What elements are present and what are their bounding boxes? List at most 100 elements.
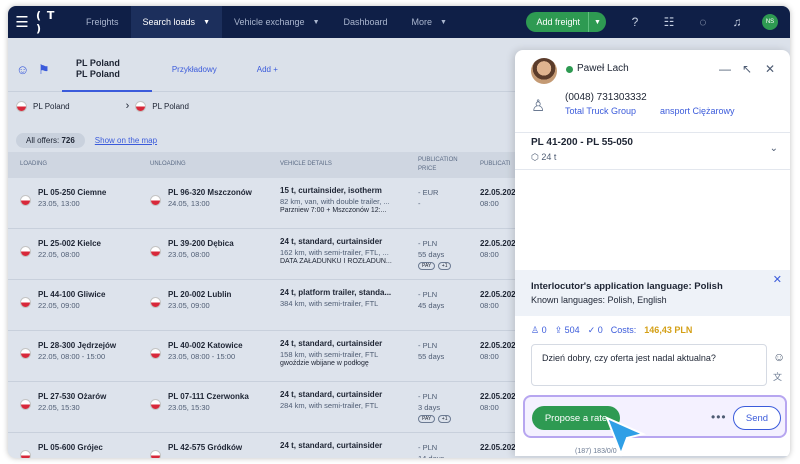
known-languages: Known languages: Polish, English [531, 295, 667, 305]
poland-flag-icon [20, 246, 31, 257]
upload-icon: ⇪ [554, 325, 563, 335]
help-icon[interactable]: ? [618, 6, 652, 38]
loading-cell: PL 28-300 Jędrzejów 22.05, 08:00 - 15:00 [38, 341, 117, 361]
users-icon: ♙ [531, 325, 540, 335]
column-publication[interactable]: Publicati [480, 161, 511, 167]
message-history [515, 170, 790, 270]
expand-icon[interactable]: ↖ [742, 62, 752, 76]
chevron-right-icon: › [125, 100, 130, 112]
language-info: Interlocutor's application language: Pol… [515, 270, 790, 316]
nav-dashboard[interactable]: Dashboard [332, 6, 400, 38]
add-contact-icon[interactable]: ♙ [531, 96, 545, 116]
unloading-cell: PL 40-002 Katowice 23.05, 08:00 - 15:00 [168, 341, 243, 361]
pay-badge: PAY [418, 262, 436, 270]
route-filter: PL Poland › PL Poland [16, 100, 189, 112]
minimize-icon[interactable]: — [719, 62, 731, 76]
close-icon[interactable]: ✕ [765, 62, 775, 76]
poland-flag-icon [20, 450, 31, 458]
price-cell: - PLN 55 days [418, 341, 445, 361]
nav-vehicle-exchange[interactable]: Vehicle exchange ▼ [222, 6, 332, 38]
nav-more[interactable]: More ▼ [400, 6, 459, 38]
stat-upload: ⇪ 504 [554, 325, 580, 335]
offer-stats: ♙ 0 ⇪ 504 ✓ 0 Costs: 146,43 PLN [531, 325, 692, 336]
contact-phone[interactable]: (0048) 731303332 [565, 92, 647, 103]
loading-cell: PL 44-100 Gliwice 22.05, 09:00 [38, 290, 106, 310]
loading-cell: PL 05-250 Ciemne 23.05, 13:00 [38, 188, 107, 208]
offers-count-badge: All offers: 726 [16, 133, 85, 148]
poland-flag-icon [150, 450, 161, 458]
bell-icon[interactable]: ♫ [720, 6, 754, 38]
show-on-map-link[interactable]: Show on the map [95, 136, 157, 145]
unloading-cell: PL 42-575 Gródków [168, 443, 243, 452]
offer-route[interactable]: PL 41-200 - PL 55-050 ⬡ 24 t ⌄ [515, 132, 790, 170]
unloading-cell: PL 96-320 Mszczonów 24.05, 13:00 [168, 188, 252, 208]
publication-cell: 22.05.202 08:00 [480, 392, 516, 412]
column-vehicle-details[interactable]: Vehicle details [280, 161, 332, 167]
poland-flag-icon [20, 399, 31, 410]
chat-header: Paweł Lach — ↖ ✕ [515, 50, 790, 84]
price-cell: - PLN 3 days PAY +1 [418, 390, 452, 423]
poland-flag-icon [150, 195, 161, 206]
costs-label: Costs: [610, 325, 637, 335]
tab-example[interactable]: Przykładowy [172, 65, 217, 74]
chevron-down-icon[interactable]: ▼ [588, 12, 606, 32]
publication-cell: 22.05.202 08:00 [480, 188, 516, 208]
emoji-icon[interactable]: ☺ [773, 350, 785, 364]
avatar[interactable]: NS [762, 14, 778, 30]
contact-company-link[interactable]: Total Truck Group [565, 106, 636, 116]
message-input[interactable]: Dzień dobry, czy oferta jest nadal aktua… [531, 344, 767, 386]
column-publication-price[interactable]: Publication price [418, 156, 462, 174]
chat-icon[interactable]: ◌ [686, 6, 720, 38]
poland-flag-icon [150, 399, 161, 410]
publication-cell: 22.05.202 08:00 [480, 341, 516, 361]
poland-flag-icon [150, 348, 161, 359]
publication-cell: 22.05.202 08:00 [480, 239, 516, 259]
pay-badge: PAY [418, 415, 436, 423]
unloading-cell: PL 39-200 Dębica 23.05, 08:00 [168, 239, 234, 259]
chevron-down-icon: ▼ [440, 18, 447, 26]
contact-avatar [531, 58, 557, 84]
top-navigation: ☰ ( T ) Freights Search loads ▼ Vehicle e… [8, 6, 790, 38]
translate-icon[interactable]: 文 [773, 370, 782, 383]
app-window: ☰ ( T ) Freights Search loads ▼ Vehicle e… [8, 6, 790, 458]
route-to[interactable]: PL Poland [152, 102, 189, 111]
stat-checks: ✓ 0 [587, 325, 603, 335]
vehicle-details-cell: 15 t, curtainsider, isotherm 82 km, van, … [280, 186, 390, 214]
chat-panel: Paweł Lach — ↖ ✕ ♙ (0048) 731303332 Tota… [515, 50, 790, 456]
chat-actions: Propose a rate ••• Send [523, 395, 787, 438]
more-badge: +1 [437, 415, 452, 423]
unloading-cell: PL 20-002 Lublin 23.05, 09:00 [168, 290, 232, 310]
route-from[interactable]: PL Poland [33, 102, 70, 111]
add-freight-button[interactable]: Add freight ▼ [526, 12, 606, 32]
column-loading[interactable]: Loading [20, 161, 47, 167]
menu-icon[interactable]: ☰ [8, 6, 36, 38]
tasks-icon[interactable]: ☷ [652, 6, 686, 38]
vehicle-details-cell: 24 t, platform trailer, standa... 384 km,… [280, 288, 392, 308]
bookmark-icon[interactable]: ⚑ [38, 62, 52, 78]
offer-route-title: PL 41-200 - PL 55-050 [531, 137, 633, 148]
poland-flag-icon [150, 297, 161, 308]
add-tab-button[interactable]: Add + [257, 65, 278, 74]
check-circle-icon: ✓ [587, 325, 596, 335]
send-button[interactable]: Send [733, 406, 781, 430]
unloading-cell: PL 07-111 Czerwonka 23.05, 15:30 [168, 392, 249, 412]
vehicle-details-cell: 24 t, standard, curtainsider [280, 441, 383, 450]
chevron-down-icon: ▼ [312, 18, 320, 26]
user-icon[interactable]: ☺ [16, 62, 30, 77]
poland-flag-icon [135, 100, 147, 112]
poland-flag-icon [16, 100, 27, 112]
close-icon[interactable]: ✕ [773, 273, 782, 286]
chevron-down-icon[interactable]: ⌄ [770, 143, 778, 154]
contact-company-link-secondary[interactable]: ansport Ciężarowy [660, 106, 735, 116]
nav-search-loads[interactable]: Search loads ▼ [130, 6, 222, 38]
price-cell: - PLN14 days [418, 443, 444, 458]
column-unloading[interactable]: Unloading [150, 161, 186, 167]
nav-freights[interactable]: Freights [74, 6, 131, 38]
more-options-icon[interactable]: ••• [711, 410, 727, 424]
offer-weight: ⬡ 24 t [531, 152, 557, 162]
vehicle-details-cell: 24 t, standard, curtainsider 284 km, with… [280, 390, 383, 410]
loading-cell: PL 25-002 Kielce 22.05, 08:00 [38, 239, 102, 259]
price-cell: - PLN 55 days PAY +1 [418, 237, 452, 270]
poland-flag-icon [20, 348, 31, 359]
tab-poland-poland[interactable]: PL Poland PL Poland [62, 48, 152, 92]
